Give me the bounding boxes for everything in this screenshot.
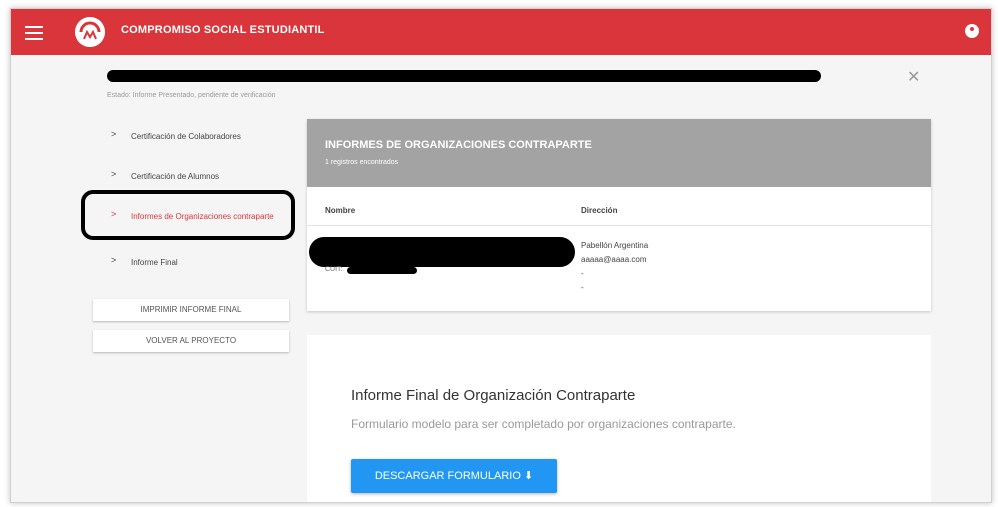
annotation-highlight xyxy=(81,190,295,240)
user-account-icon[interactable] xyxy=(965,24,979,38)
chevron-right-icon: > xyxy=(111,255,117,265)
back-to-project-button[interactable]: VOLVER AL PROYECTO xyxy=(93,330,289,352)
card-title: INFORMES DE ORGANIZACIONES CONTRAPARTE xyxy=(325,139,592,151)
chevron-right-icon: > xyxy=(111,169,117,179)
sidebar-item-label: Certificación de Colaboradores xyxy=(131,132,241,141)
direccion-line: aaaaa@aaaa.com xyxy=(581,255,647,264)
redacted-cuit xyxy=(347,267,417,274)
chevron-right-icon: > xyxy=(111,129,117,139)
table-divider xyxy=(307,225,931,226)
sidebar-item-label: Informe Final xyxy=(131,258,178,267)
direccion-line: - xyxy=(581,269,584,278)
formulario-title: Informe Final de Organización Contrapart… xyxy=(351,387,636,404)
column-header-direccion: Dirección xyxy=(581,206,618,215)
app-title: COMPROMISO SOCIAL ESTUDIANTIL xyxy=(121,24,325,36)
cuit-label: CUIT: xyxy=(325,266,343,273)
direccion-line: Pabellón Argentina xyxy=(581,241,649,250)
informes-card: INFORMES DE ORGANIZACIONES CONTRAPARTE 1… xyxy=(307,119,931,311)
direccion-line: - xyxy=(581,283,584,292)
top-app-bar: COMPROMISO SOCIAL ESTUDIANTIL xyxy=(11,9,991,55)
formulario-panel: Informe Final de Organización Contrapart… xyxy=(307,335,931,502)
logo-icon xyxy=(75,17,105,47)
app-window: COMPROMISO SOCIAL ESTUDIANTIL ✕ Estado: … xyxy=(10,8,992,503)
formulario-subtitle: Formulario modelo para ser completado po… xyxy=(351,417,736,431)
column-header-nombre: Nombre xyxy=(325,206,356,215)
redacted-project-title xyxy=(107,70,821,82)
print-final-report-button[interactable]: IMPRIMIR INFORME FINAL xyxy=(93,299,289,321)
record-count: 1 registros encontrados xyxy=(325,159,399,166)
sidebar-item-certificacion-colaboradores[interactable]: > Certificación de Colaboradores xyxy=(93,119,289,159)
project-status: Estado: Informe Presentado, pendiente de… xyxy=(107,92,276,99)
sidebar-item-label: Certificación de Alumnos xyxy=(131,172,220,181)
sidebar-item-informe-final[interactable]: > Informe Final xyxy=(93,245,289,285)
download-form-button[interactable]: DESCARGAR FORMULARIO ⬇ xyxy=(351,459,557,493)
hamburger-menu-icon[interactable] xyxy=(25,22,43,42)
close-icon[interactable]: ✕ xyxy=(907,67,920,87)
redacted-organization-name xyxy=(309,237,575,267)
card-header: INFORMES DE ORGANIZACIONES CONTRAPARTE 1… xyxy=(307,119,931,187)
